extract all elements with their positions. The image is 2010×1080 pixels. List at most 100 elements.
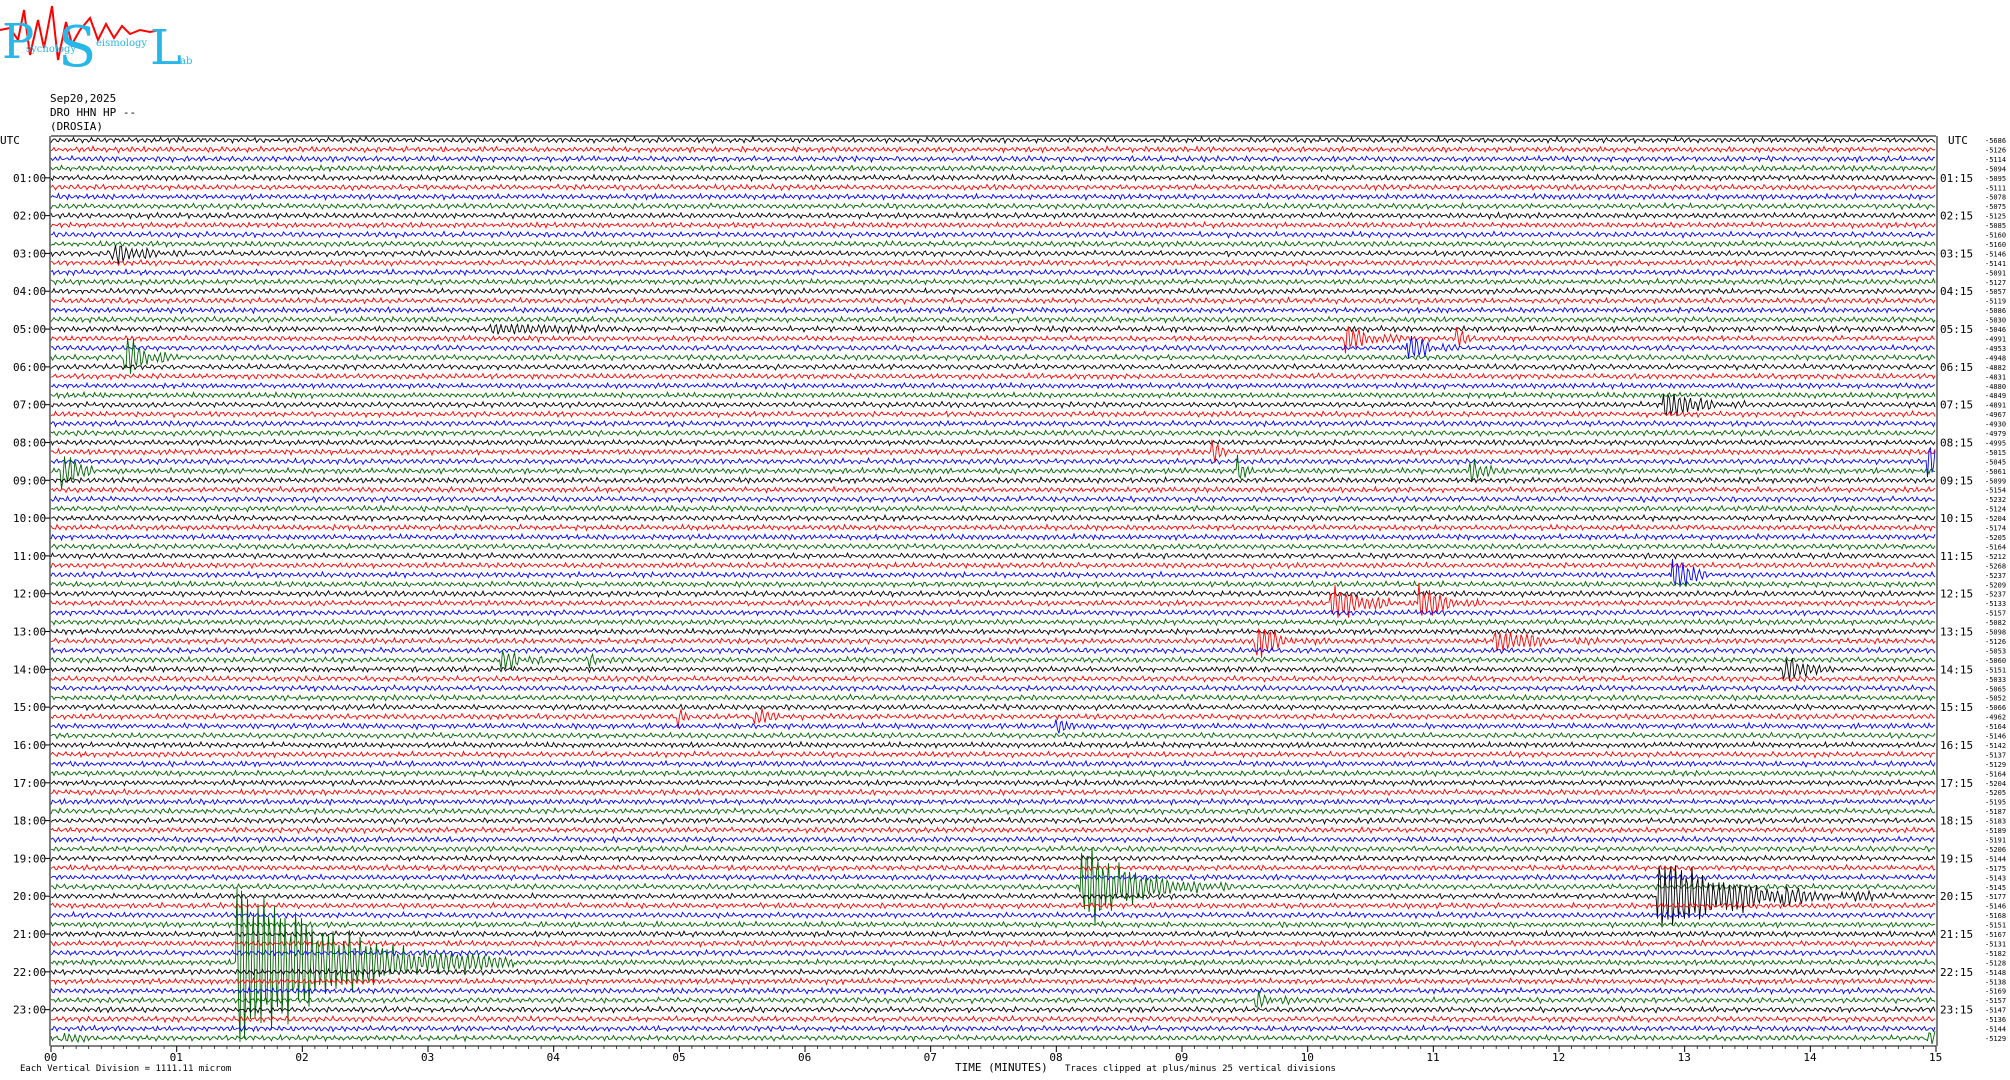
line-offset-label: -5205 — [1985, 789, 2006, 797]
line-offset-label: -5138 — [1985, 978, 2006, 986]
line-offset-label: -4953 — [1985, 345, 2006, 353]
trace-line — [50, 628, 1936, 658]
line-offset-label: -5129 — [1985, 1035, 2006, 1043]
trace-line — [50, 315, 1936, 324]
trace-line — [50, 731, 1936, 740]
line-offset-label: -5082 — [1985, 619, 2006, 627]
line-offset-label: -5030 — [1985, 317, 2006, 325]
line-offset-label: -5686 — [1985, 137, 2006, 145]
clip-note: Traces clipped at plus/minus 25 vertical… — [1065, 1064, 1336, 1074]
line-offset-label: -5141 — [1985, 260, 2006, 268]
trace-line — [50, 560, 1936, 570]
left-hour-tick: 22:00 — [13, 966, 46, 979]
trace-line — [50, 381, 1936, 391]
trace-line — [50, 201, 1936, 211]
line-offset-label: -5129 — [1985, 761, 2006, 769]
trace-line — [50, 650, 1936, 670]
right-hour-tick: 02:15 — [1940, 210, 1973, 223]
trace-line — [50, 173, 1936, 183]
trace-line — [50, 454, 1936, 489]
line-offset-label: -5164 — [1985, 723, 2006, 731]
line-offset-label: -5268 — [1985, 562, 2006, 570]
line-offset-label: -5160 — [1985, 241, 2006, 249]
trace-line — [50, 854, 1936, 863]
trace-line — [50, 719, 1936, 734]
line-offset-label: -5183 — [1985, 818, 2006, 826]
trace-line — [50, 683, 1936, 693]
left-hour-tick: 03:00 — [13, 247, 46, 260]
line-offset-label: -5091 — [1985, 269, 2006, 277]
line-offset-label: -5144 — [1985, 855, 2006, 863]
line-offset-label: -5128 — [1985, 959, 2006, 967]
trace-line — [50, 220, 1936, 230]
line-offset-label: -5164 — [1985, 543, 2006, 551]
line-offset-label: -5147 — [1985, 1007, 2006, 1015]
line-offset-label: -5126 — [1985, 638, 2006, 646]
trace-line — [50, 646, 1936, 655]
line-offset-label: -5167 — [1985, 931, 2006, 939]
line-offset-label: -4882 — [1985, 364, 2006, 372]
station-label: (DROSIA) — [50, 120, 103, 133]
trace-line — [50, 532, 1936, 542]
trace-line — [50, 1005, 1936, 1014]
line-offset-label: -5209 — [1985, 581, 2006, 589]
line-offset-label: -5148 — [1985, 969, 2006, 977]
trace-line — [50, 296, 1936, 306]
left-hour-tick: 20:00 — [13, 890, 46, 903]
left-utc-label: UTC — [0, 134, 20, 147]
line-offset-label: -5119 — [1985, 298, 2006, 306]
trace-line — [50, 844, 1936, 854]
line-offset-label: -5237 — [1985, 572, 2006, 580]
right-hour-tick: 04:15 — [1940, 285, 1973, 298]
x-tick-label: 01 — [170, 1051, 183, 1064]
line-offset-label: -5160 — [1985, 232, 2006, 240]
line-offset-label: -5061 — [1985, 468, 2006, 476]
trace-line — [50, 797, 1936, 807]
x-tick-label: 08 — [1049, 1051, 1062, 1064]
line-offset-label: -5046 — [1985, 326, 2006, 334]
x-tick-label: 00 — [44, 1051, 57, 1064]
trace-line — [50, 323, 1936, 336]
x-tick-label: 04 — [547, 1051, 561, 1064]
trace-line — [50, 551, 1936, 561]
trace-line — [50, 627, 1936, 636]
line-offset-label: -5126 — [1985, 146, 2006, 154]
x-tick-label: 13 — [1678, 1051, 1691, 1064]
trace-line — [50, 362, 1936, 372]
x-tick-label: 09 — [1175, 1051, 1188, 1064]
x-tick-label: 02 — [295, 1051, 308, 1064]
line-offset-label: -5086 — [1985, 307, 2006, 315]
trace-line — [50, 608, 1936, 617]
left-hour-tick: 09:00 — [13, 474, 46, 487]
line-offset-label: -4948 — [1985, 354, 2006, 362]
channel-label: DRO HHN HP -- — [50, 106, 137, 119]
trace-line — [50, 1024, 1936, 1033]
left-hour-tick: 08:00 — [13, 436, 46, 449]
trace-line — [50, 230, 1936, 239]
trace-line — [50, 419, 1936, 428]
left-hour-tick: 21:00 — [13, 928, 46, 941]
right-hour-tick: 03:15 — [1940, 247, 1973, 260]
line-offset-label: -5168 — [1985, 912, 2006, 920]
logo-letter-p: P — [2, 14, 34, 70]
trace-line — [50, 164, 1936, 173]
line-offset-label: -4967 — [1985, 411, 2006, 419]
left-hour-tick: 18:00 — [13, 815, 46, 828]
line-offset-label: -5098 — [1985, 629, 2006, 637]
right-hour-tick: 21:15 — [1940, 928, 1973, 941]
trace-line — [50, 1031, 1936, 1045]
line-offset-label: -5137 — [1985, 751, 2006, 759]
left-hour-tick: 05:00 — [13, 323, 46, 336]
line-offset-label: -5212 — [1985, 553, 2006, 561]
trace-line — [50, 438, 1936, 447]
trace-line — [50, 825, 1936, 835]
right-hour-tick: 01:15 — [1940, 172, 1973, 185]
trace-line — [50, 740, 1936, 750]
x-tick-label: 10 — [1301, 1051, 1314, 1064]
line-offset-label: -4891 — [1985, 402, 2006, 410]
right-hour-tick: 06:15 — [1940, 361, 1973, 374]
trace-line — [50, 589, 1936, 599]
line-offset-label: -5154 — [1985, 487, 2006, 495]
right-utc-label: UTC — [1948, 134, 1968, 147]
trace-line — [50, 674, 1936, 684]
